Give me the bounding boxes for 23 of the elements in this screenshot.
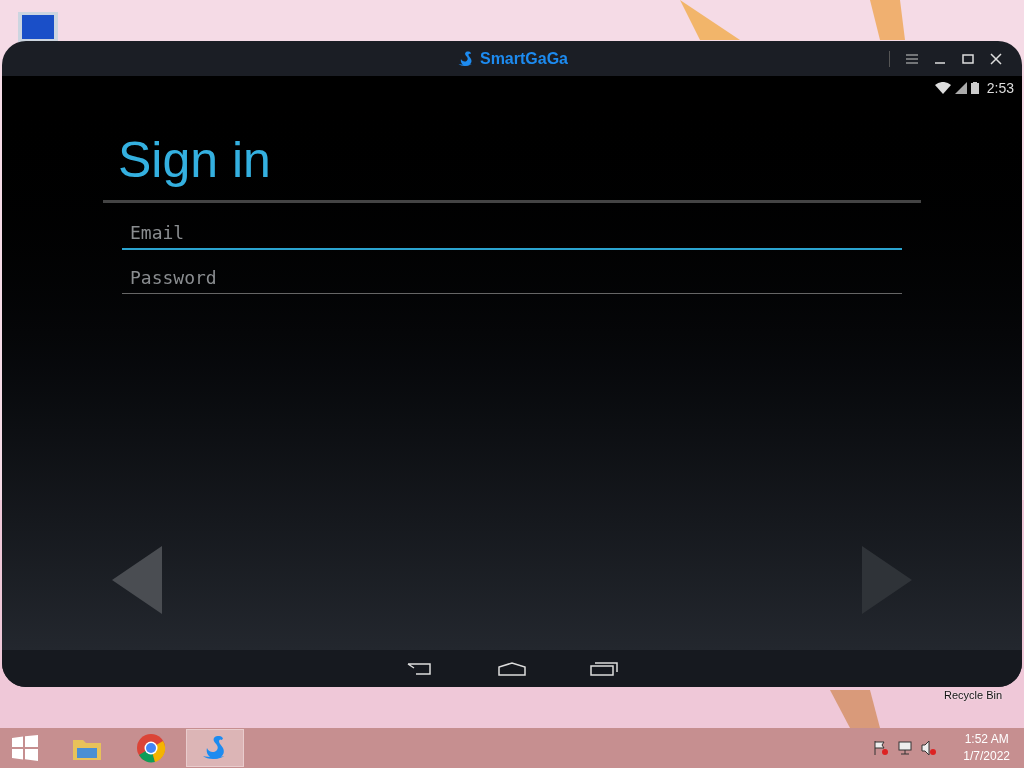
email-field[interactable]: Email [122, 219, 902, 250]
window-title: SmartGaGa [479, 48, 568, 69]
flag-icon[interactable] [873, 740, 890, 756]
menu-icon[interactable] [906, 52, 918, 65]
speaker-muted-icon[interactable] [921, 740, 938, 756]
browser-icon [135, 732, 167, 764]
petal-drawing [870, 0, 905, 40]
wifi-icon [934, 82, 951, 94]
home-icon[interactable] [498, 661, 526, 676]
back-icon[interactable] [406, 661, 434, 676]
close-icon[interactable] [990, 52, 1002, 65]
clock-date[interactable]: 1/7/2022 [963, 748, 1010, 765]
windows-logo-icon[interactable] [12, 735, 38, 761]
battery-icon [970, 82, 979, 94]
recycle-bin-label[interactable]: Recycle Bin [944, 687, 1003, 704]
clock-time[interactable]: 1:52 AM [964, 731, 1009, 748]
page-title: Sign in [117, 131, 272, 190]
recent-apps-icon[interactable] [590, 661, 618, 676]
password-field[interactable]: Password [122, 264, 902, 294]
status-time: 2:53 [986, 78, 1014, 98]
signal-icon [954, 82, 967, 94]
network-icon[interactable] [897, 740, 914, 756]
maximize-icon[interactable] [962, 52, 974, 65]
